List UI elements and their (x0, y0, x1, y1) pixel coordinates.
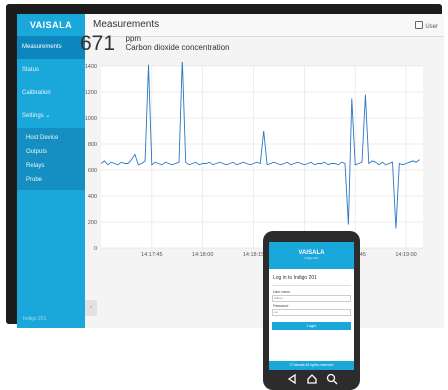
chevron-left-icon: ‹ (89, 304, 93, 311)
login-title: Log in to Indigo 201 (273, 275, 317, 281)
y-tick-label: 600 (88, 168, 97, 174)
y-tick-label: 0 (94, 246, 97, 252)
measurement-quantity: Carbon dioxide concentration (125, 43, 230, 52)
user-icon (415, 21, 424, 29)
y-tick-label: 800 (88, 142, 97, 148)
mobile-footer: © Vaisala All rights reserved (269, 361, 354, 370)
mobile-product-name: Indigo 201 (304, 256, 319, 260)
x-tick-label: 14:17:45 (141, 252, 162, 258)
co2-line-chart: 0 200 400 600 800 1000 1200 1400 14:17:45 14:18:0… (85, 62, 423, 258)
mobile-login-screen: VAISALA Indigo 201 Log in to Indigo 201 … (269, 242, 354, 370)
y-tick-label: 200 (88, 220, 97, 226)
measurement-value: 671 (80, 32, 116, 55)
mobile-brand-logo: VAISALA (298, 250, 325, 256)
login-button[interactable]: Login (272, 322, 351, 330)
measurement-unit-block: ppm Carbon dioxide concentration (126, 34, 230, 52)
user-menu[interactable]: User (415, 21, 438, 30)
divider (272, 285, 351, 286)
mobile-phone: VAISALA Indigo 201 Log in to Indigo 201 … (263, 231, 360, 390)
brand-logo: VAISALA (29, 20, 73, 30)
y-tick-label: 1000 (85, 116, 97, 122)
user-label: User (425, 24, 438, 30)
phone-nav-bar (263, 372, 360, 386)
username-field[interactable]: Admin (272, 295, 351, 302)
x-tick-label: 14:18:15 (243, 252, 264, 258)
page-title: Measurements (93, 19, 160, 30)
password-label: Password (273, 304, 289, 308)
sidebar-item-measurements[interactable]: Measurements (17, 36, 85, 59)
x-tick-label: 14:18:00 (192, 252, 213, 258)
sidebar-collapse-button[interactable]: ‹ (85, 300, 97, 316)
y-tick-label: 1200 (85, 90, 97, 96)
search-icon[interactable] (325, 372, 339, 386)
y-tick-label: 1400 (85, 64, 97, 70)
y-tick-label: 400 (88, 194, 97, 200)
home-icon[interactable] (305, 372, 319, 386)
measurement-unit: ppm (125, 34, 142, 43)
device-name-label: Indigo 201 (23, 316, 47, 322)
x-tick-label: 14:19:00 (395, 252, 416, 258)
measurement-reading: 671 ppm Carbon dioxide concentration (80, 32, 230, 56)
mobile-header: VAISALA Indigo 201 (269, 242, 354, 269)
back-icon[interactable] (285, 372, 299, 386)
password-field[interactable]: •••• (272, 309, 351, 316)
username-label: User name (273, 290, 291, 294)
